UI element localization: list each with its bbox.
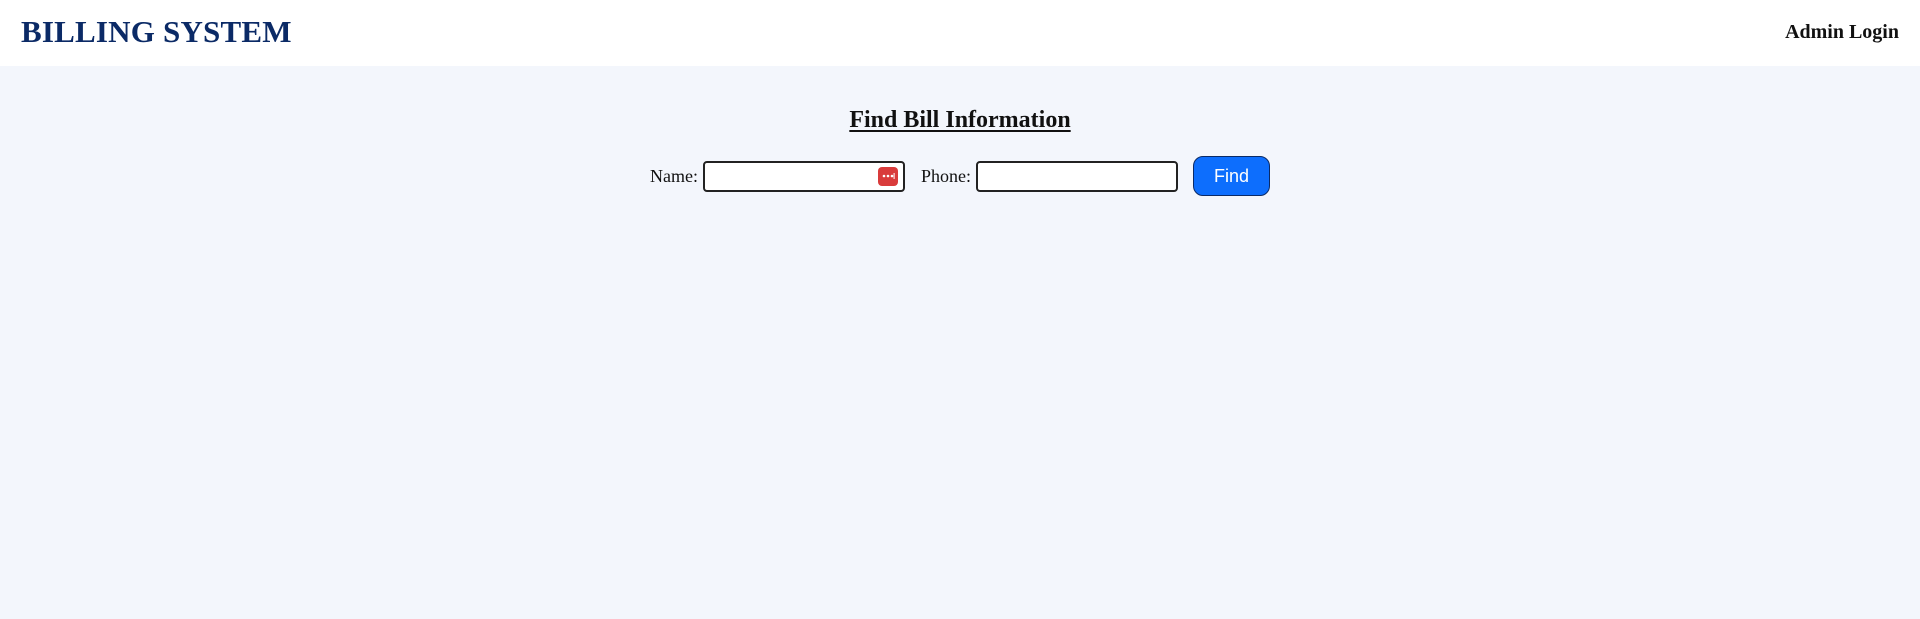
page-title: Find Bill Information — [849, 107, 1071, 133]
name-field-wrapper — [702, 160, 905, 192]
main-content: Find Bill Information Name: Phone: Find — [0, 66, 1920, 619]
phone-field-wrapper — [976, 160, 1178, 192]
top-navbar: BILLING SYSTEM Admin Login — [0, 0, 1920, 66]
brand-title: BILLING SYSTEM — [21, 14, 292, 49]
name-label: Name: — [650, 165, 698, 186]
phone-input[interactable] — [976, 160, 1178, 192]
name-input[interactable] — [702, 160, 905, 192]
find-bill-form: Name: Phone: Find — [0, 156, 1920, 196]
password-manager-icon[interactable] — [877, 166, 898, 186]
phone-label: Phone: — [920, 165, 971, 186]
admin-login-link[interactable]: Admin Login — [1785, 21, 1899, 44]
find-button[interactable]: Find — [1193, 156, 1270, 196]
